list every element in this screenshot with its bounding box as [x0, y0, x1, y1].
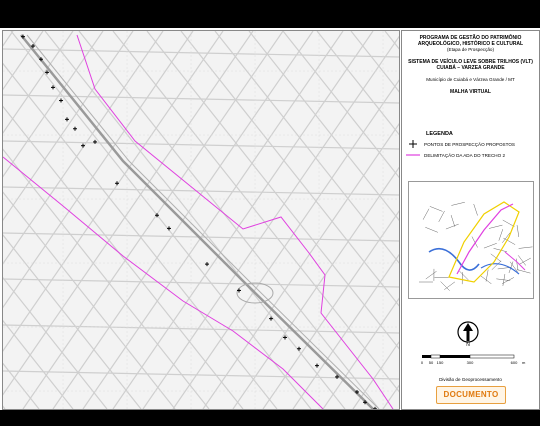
- scale-tick-label: 0: [421, 360, 424, 365]
- legend-points-label: PONTOS DE PROSPECÇÃO PROPOSTOS: [424, 141, 515, 147]
- street-map-canvas: [3, 31, 399, 409]
- legend-ada-label: DELIMITAÇÃO DA ADA DO TRECHO 2: [424, 152, 506, 158]
- company-logo: DOCUMENTO: [436, 386, 506, 404]
- magenta-line-icon: [406, 154, 420, 156]
- division-label: Divisão de Geoprocessamento: [439, 377, 502, 382]
- scale-unit: m: [522, 360, 526, 365]
- legend-title: LEGENDA: [426, 131, 453, 137]
- legend: LEGENDA PONTOS DE PROSPECÇÃO PROPOSTOS D…: [406, 131, 536, 159]
- scale-bar: 0 50 150 300 600 m: [420, 353, 530, 373]
- main-map[interactable]: [2, 30, 400, 410]
- scale-tick-label: 300: [467, 360, 474, 365]
- scale-tick-label: 150: [437, 360, 444, 365]
- svg-text:N: N: [466, 342, 470, 347]
- legend-item-points: PONTOS DE PROSPECÇÃO PROPOSTOS: [406, 140, 536, 148]
- info-panel: PROGRAMA DE GESTÃO DO PATRIMÔNIO ARQUEOL…: [401, 30, 540, 410]
- point-cross-icon: [409, 140, 417, 148]
- scale-tick-label: 600: [511, 360, 518, 365]
- title-block: PROGRAMA DE GESTÃO DO PATRIMÔNIO ARQUEOL…: [402, 35, 539, 95]
- north-arrow-icon: N: [457, 321, 479, 348]
- inset-map-canvas: [409, 182, 533, 298]
- legend-item-ada: DELIMITAÇÃO DA ADA DO TRECHO 2: [406, 151, 536, 159]
- scale-tick-label: 50: [429, 360, 434, 365]
- map-sheet: PROGRAMA DE GESTÃO DO PATRIMÔNIO ARQUEOL…: [0, 28, 540, 410]
- locator-inset-map[interactable]: [408, 181, 534, 299]
- map-name: MALHA VIRTUAL: [450, 89, 491, 95]
